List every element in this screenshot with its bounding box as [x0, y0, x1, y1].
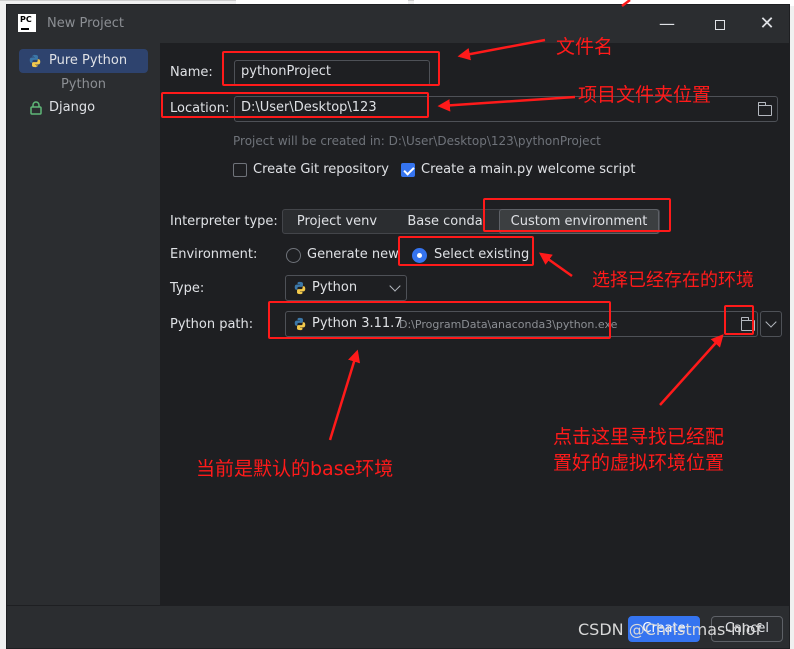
annotation-box-name	[222, 51, 440, 86]
annotation-text-location: 项目文件夹位置	[578, 84, 712, 106]
annotation-box-custom-environment	[483, 198, 671, 232]
type-select[interactable]: Python	[285, 275, 407, 301]
python-path-dropdown[interactable]	[760, 311, 782, 337]
annotation-box-select-existing	[398, 236, 534, 266]
main-script-checkbox[interactable]	[401, 163, 415, 177]
sidebar-item-label: Django	[49, 100, 96, 115]
environment-label: Environment:	[170, 247, 258, 262]
main-script-label: Create a main.py welcome script	[421, 162, 636, 177]
annotation-text-browse-line2: 置好的虚拟环境位置	[553, 452, 725, 474]
type-value: Python	[312, 280, 358, 295]
interpreter-option-project-venv[interactable]: Project venv	[283, 210, 391, 233]
generate-new-radio[interactable]	[286, 248, 301, 263]
chevron-down-icon	[765, 316, 777, 328]
project-type-sidebar: Pure Python Python Django	[7, 43, 160, 605]
sidebar-item-django[interactable]: Django	[19, 96, 148, 120]
close-button[interactable]: ✕	[754, 11, 780, 37]
annotation-box-location	[161, 92, 429, 118]
type-label: Type:	[170, 281, 205, 296]
python-icon	[294, 281, 306, 295]
window-title: New Project	[47, 16, 124, 31]
annotation-text-browse-line1: 点击这里寻找已经配	[553, 426, 725, 448]
python-path-label: Python path:	[170, 317, 254, 332]
git-repository-label: Create Git repository	[253, 162, 389, 177]
annotation-box-browse-folder	[724, 305, 754, 335]
generate-new-label: Generate new	[307, 247, 399, 262]
annotation-box-python-path	[268, 301, 611, 339]
chevron-down-icon	[389, 280, 401, 292]
lock-icon	[30, 101, 42, 115]
git-repository-checkbox[interactable]	[233, 163, 247, 177]
minimize-button[interactable]: —	[654, 11, 680, 37]
name-label: Name:	[170, 65, 213, 80]
sidebar-item-pure-python[interactable]: Pure Python	[19, 49, 148, 73]
maximize-button[interactable]	[707, 11, 733, 37]
title-bar: PC New Project — ✕	[7, 5, 789, 43]
location-folder-icon[interactable]	[757, 102, 772, 116]
watermark: CSDN @Christmas-hlof	[578, 620, 762, 639]
sidebar-item-label: Pure Python	[49, 53, 128, 68]
sidebar-group-label: Python	[60, 77, 107, 92]
annotation-text-name: 文件名	[556, 36, 614, 58]
python-icon	[29, 54, 41, 68]
location-hint: Project will be created in: D:\User\Desk…	[233, 134, 601, 148]
annotation-text-select-existing: 选择已经存在的环境	[592, 270, 754, 291]
interpreter-type-label: Interpreter type:	[170, 214, 278, 229]
annotation-text-default-base: 当前是默认的base环境	[196, 458, 394, 480]
pycharm-logo-icon: PC	[18, 14, 36, 32]
